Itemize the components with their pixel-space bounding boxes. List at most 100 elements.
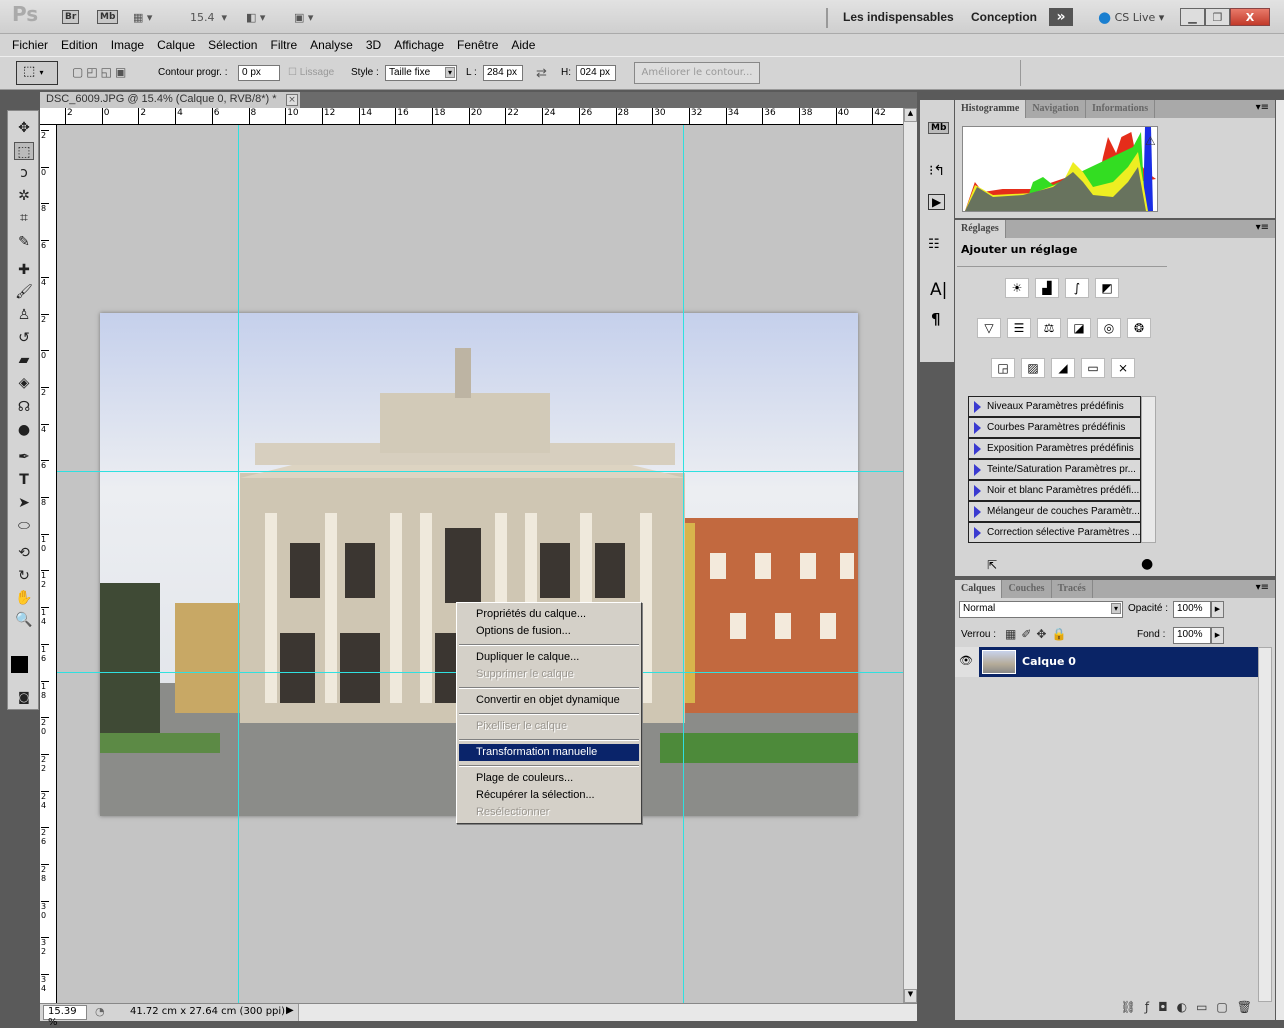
preset-hue-saturation[interactable]: Teinte/Saturation Paramètres pr...	[968, 459, 1141, 480]
clone-source-panel-icon[interactable]: ☷	[928, 237, 940, 252]
foreground-color-swatch[interactable]	[11, 656, 28, 673]
lasso-tool-icon[interactable]: ↄ	[14, 164, 34, 182]
menu-affichage[interactable]: Affichage	[394, 38, 444, 52]
type-tool-icon[interactable]: T	[14, 471, 34, 489]
path-selection-icon[interactable]: ➤	[14, 494, 34, 512]
pen-tool-icon[interactable]: ✒	[14, 448, 34, 466]
zoom-field[interactable]: 15.39 %	[43, 1005, 87, 1028]
paragraph-panel-icon[interactable]: ¶	[931, 310, 941, 328]
guide-vertical[interactable]	[683, 125, 684, 1003]
document-tab[interactable]: DSC_6009.JPG @ 15.4% (Calque 0, RVB/8*) …	[40, 92, 300, 108]
menu-image[interactable]: Image	[111, 38, 144, 52]
3d-rotate-icon[interactable]: ⟲	[14, 544, 34, 562]
selective-color-icon[interactable]: ⨯	[1111, 358, 1135, 378]
height-input[interactable]: 024 px	[576, 65, 616, 81]
crop-tool-icon[interactable]: ⌗	[14, 209, 34, 227]
visibility-toggle-icon[interactable]: ●	[1141, 556, 1153, 572]
feather-input[interactable]: 0 px	[238, 65, 280, 81]
clone-stamp-icon[interactable]: ♙	[14, 306, 34, 324]
bridge-button[interactable]: Br	[62, 10, 80, 24]
status-info-icon[interactable]: ◔	[95, 1005, 105, 1018]
brush-tool-icon[interactable]: 🖌	[14, 283, 34, 301]
tab-histogram[interactable]: Histogramme	[955, 100, 1027, 118]
tab-layers[interactable]: Calques	[955, 580, 1003, 598]
black-white-icon[interactable]: ◪	[1067, 318, 1091, 338]
menu-3d[interactable]: 3D	[366, 38, 381, 52]
posterize-icon[interactable]: ▨	[1021, 358, 1045, 378]
zoom-tool-icon[interactable]: 🔍	[14, 611, 34, 629]
magic-wand-icon[interactable]: ✲	[14, 187, 34, 205]
selection-mode-icons[interactable]: ▢◰◱▣	[72, 65, 129, 79]
clip-to-layer-icon[interactable]: ⇱	[987, 558, 997, 572]
hand-tool-icon[interactable]: ✋	[14, 589, 34, 607]
opacity-input[interactable]: 100%	[1173, 601, 1211, 618]
menu-item-blending-options[interactable]: Options de fusion...	[459, 623, 639, 640]
menu-item-duplicate-layer[interactable]: Dupliquer le calque...	[459, 649, 639, 666]
width-input[interactable]: 284 px	[483, 65, 523, 81]
photo-filter-icon[interactable]: ◎	[1097, 318, 1121, 338]
quick-mask-icon[interactable]: ◙	[14, 688, 34, 706]
tab-paths[interactable]: Tracés	[1052, 580, 1093, 598]
workspace-design[interactable]: Conception	[971, 8, 1037, 26]
hue-saturation-icon[interactable]: ☰	[1007, 318, 1031, 338]
preset-selective-color[interactable]: Correction sélective Paramètres ...	[968, 522, 1141, 543]
shape-tool-icon[interactable]: ⬭	[14, 517, 34, 535]
marquee-tool-icon[interactable]: ⬚	[14, 142, 34, 160]
invert-icon[interactable]: ◲	[991, 358, 1015, 378]
canvas-horizontal-scrollbar[interactable]	[298, 1004, 917, 1021]
brightness-contrast-icon[interactable]: ☀	[1005, 278, 1029, 298]
character-panel-icon[interactable]: A|	[930, 280, 947, 300]
vertical-ruler[interactable]: 208642024681012141618202224262830323436	[40, 125, 57, 1003]
preset-black-white[interactable]: Noir et blanc Paramètres prédéfi...	[968, 480, 1141, 501]
menu-analyse[interactable]: Analyse	[310, 38, 353, 52]
mini-bridge-panel-icon[interactable]: Mb	[928, 122, 950, 134]
view-extras-icon[interactable]: ▦ ▾	[133, 8, 152, 26]
minimize-icon[interactable]: ▁	[1180, 8, 1205, 26]
close-document-icon[interactable]: ×	[286, 94, 298, 106]
style-select[interactable]: Taille fixe ▾	[385, 65, 457, 81]
tab-adjustments[interactable]: Réglages	[955, 220, 1006, 238]
tab-navigation[interactable]: Navigation	[1026, 100, 1086, 118]
levels-icon[interactable]: ▟	[1035, 278, 1059, 298]
menu-item-load-selection[interactable]: Récupérer la sélection...	[459, 787, 639, 804]
workspace-essentials[interactable]: Les indispensables	[843, 8, 954, 26]
menu-item-color-range[interactable]: Plage de couleurs...	[459, 770, 639, 787]
arrange-documents-icon[interactable]: ◧ ▾	[246, 8, 265, 26]
history-brush-icon[interactable]: ↺	[14, 329, 34, 347]
menu-aide[interactable]: Aide	[511, 38, 535, 52]
vibrance-icon[interactable]: ▽	[977, 318, 1001, 338]
history-panel-icon[interactable]: ⁝↰	[929, 163, 945, 179]
tab-channels[interactable]: Couches	[1002, 580, 1052, 598]
dodge-tool-icon[interactable]: ☊	[14, 398, 34, 416]
refine-edge-button[interactable]: Améliorer le contour...	[634, 62, 760, 84]
gradient-map-icon[interactable]: ▭	[1081, 358, 1105, 378]
paint-bucket-icon[interactable]: ◈	[14, 374, 34, 392]
move-tool-icon[interactable]: ✥	[14, 119, 34, 137]
canvas-vertical-scrollbar[interactable]: ▲ ▼	[903, 108, 917, 1003]
restore-icon[interactable]: ❐	[1205, 8, 1230, 26]
panel-menu-icon[interactable]: ▾≡	[1250, 580, 1275, 598]
opacity-slider-arrow[interactable]: ▶	[1211, 601, 1224, 618]
zoom-level-dropdown[interactable]: 15.4 ▾	[190, 8, 227, 26]
scroll-up-icon[interactable]: ▲	[904, 108, 917, 122]
status-menu-arrow-icon[interactable]: ▶	[286, 1005, 294, 1016]
layers-footer-icons[interactable]: ⛓ƒ◘◐▭▢🗑	[955, 1000, 1275, 1020]
eyedropper-icon[interactable]: ✎	[14, 233, 34, 251]
eye-icon[interactable]: 👁	[959, 654, 973, 667]
actions-panel-icon[interactable]: ▶	[928, 194, 946, 210]
lock-icons[interactable]: ▦✐✥🔒	[1005, 627, 1071, 641]
tab-info[interactable]: Informations	[1086, 100, 1156, 118]
menu-item-free-transform[interactable]: Transformation manuelle	[459, 744, 639, 761]
curves-icon[interactable]: ∫	[1065, 278, 1089, 298]
menu-filtre[interactable]: Filtre	[270, 38, 297, 52]
exposure-icon[interactable]: ◩	[1095, 278, 1119, 298]
menu-edition[interactable]: Edition	[61, 38, 98, 52]
blend-mode-select[interactable]: Normal ▾	[959, 601, 1123, 618]
healing-brush-icon[interactable]: ✚	[14, 261, 34, 279]
menu-calque[interactable]: Calque	[157, 38, 195, 52]
preset-channel-mixer[interactable]: Mélangeur de couches Paramètr...	[968, 501, 1141, 522]
menu-item-layer-properties[interactable]: Propriétés du calque...	[459, 606, 639, 623]
zoom-blur-icon[interactable]: ●	[14, 421, 34, 439]
channel-mixer-icon[interactable]: ❂	[1127, 318, 1151, 338]
menu-selection[interactable]: Sélection	[208, 38, 257, 52]
